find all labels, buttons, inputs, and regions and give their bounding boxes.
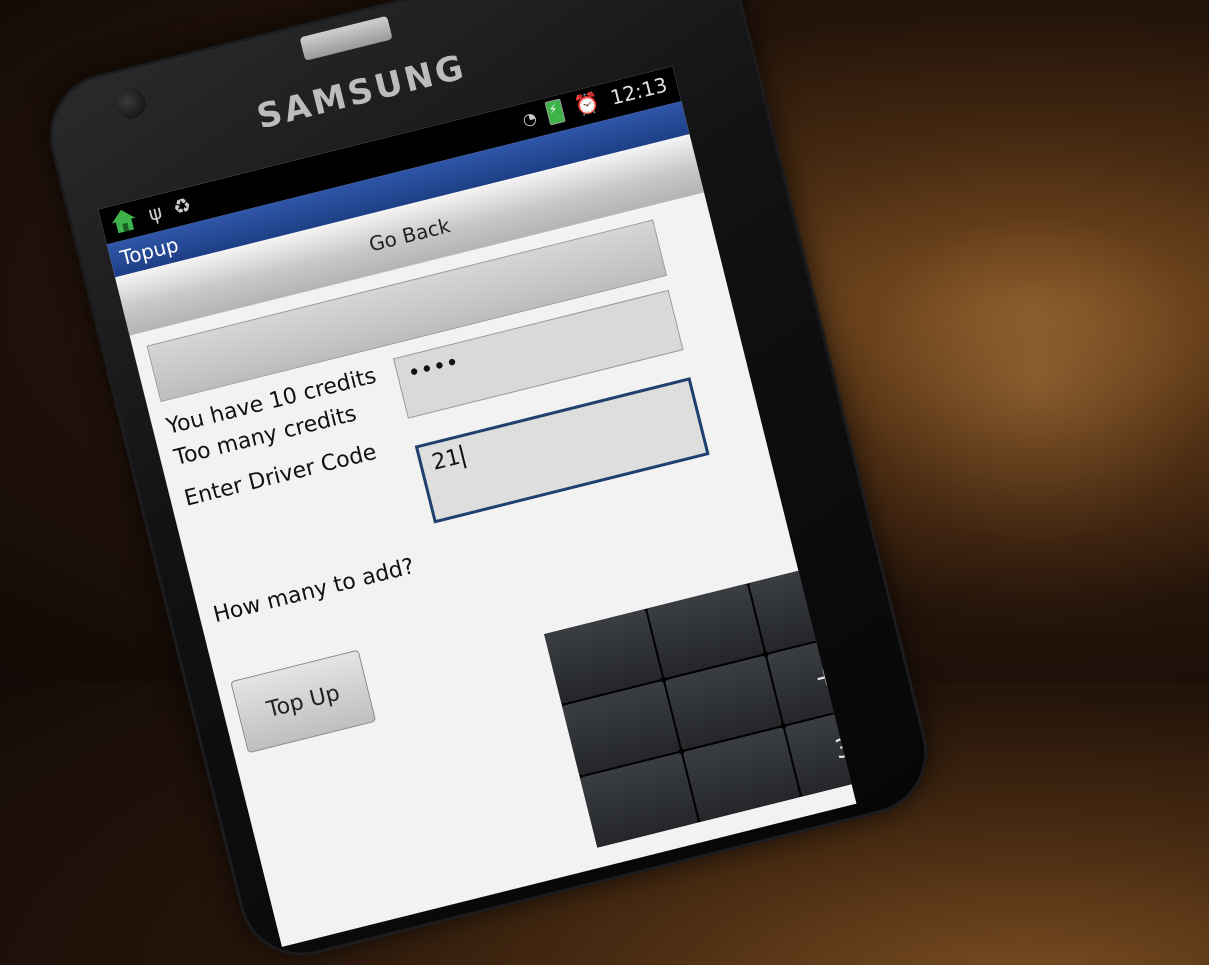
phone-scene: SAMSUNG ψ ♻ ◔ ⏰ 12:13 Topup xyxy=(0,0,1209,965)
phone-screen: ψ ♻ ◔ ⏰ 12:13 Topup Go Back You have 10 … xyxy=(98,66,857,947)
clock-time: 12:13 xyxy=(607,72,670,110)
phone-body: SAMSUNG ψ ♻ ◔ ⏰ 12:13 Topup xyxy=(40,0,937,965)
keypad-key-minus[interactable]: – xyxy=(851,532,857,628)
alarm-icon: ⏰ xyxy=(572,89,603,119)
top-up-button[interactable]: Top Up xyxy=(230,649,377,754)
amount-value: 21 xyxy=(429,444,463,476)
recycle-icon: ♻ xyxy=(170,192,194,220)
earpiece-speaker xyxy=(299,15,393,61)
front-camera xyxy=(112,85,149,122)
amount-label: How many to add? xyxy=(210,554,417,629)
usb-icon: ψ xyxy=(145,199,165,226)
home-icon[interactable] xyxy=(107,205,140,237)
battery-icon xyxy=(544,98,567,126)
wifi-icon: ◔ xyxy=(520,107,539,130)
